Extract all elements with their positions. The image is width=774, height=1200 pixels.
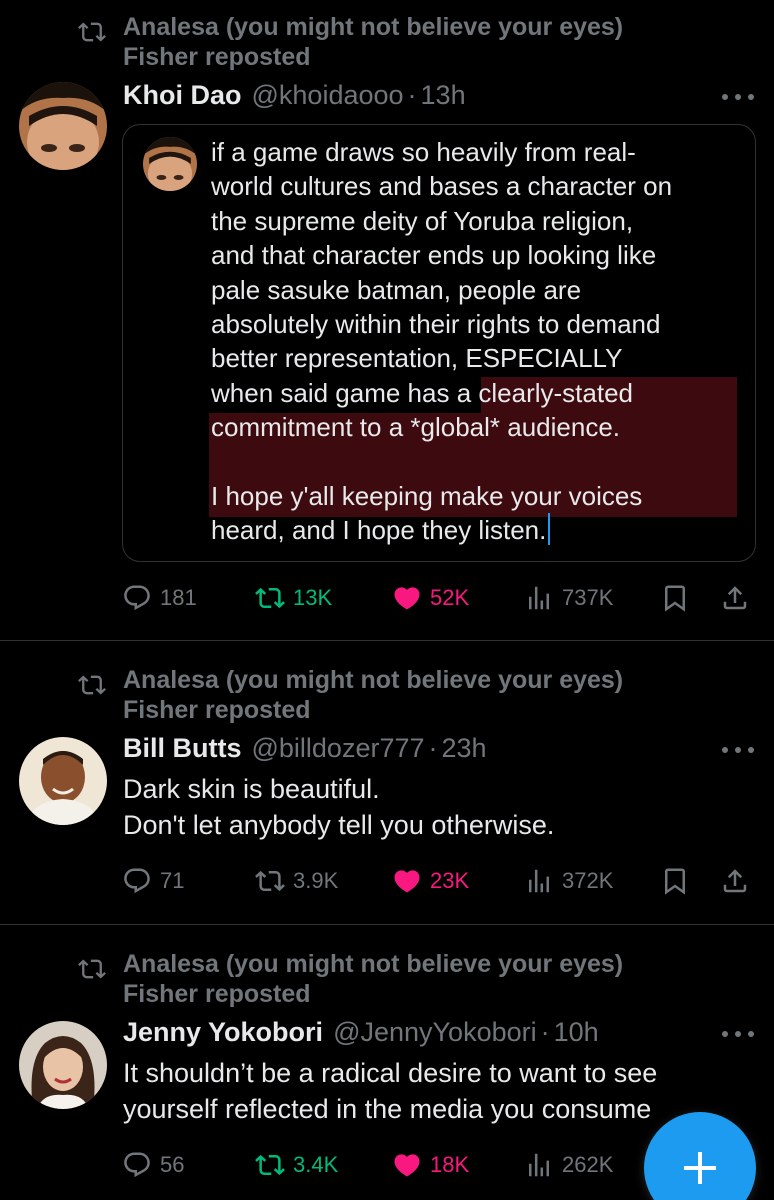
plus-icon [684,1152,716,1184]
avatar[interactable] [19,737,107,825]
more-icon[interactable] [722,92,754,102]
avatar[interactable] [19,82,107,170]
like-count: 23K [430,868,470,893]
separator-dot: · [428,733,438,763]
views-button[interactable]: 372K [524,861,613,901]
reposted-label: Fisher reposted [123,43,311,71]
repost-count: 13K [293,585,333,610]
bookmark-button[interactable] [660,578,690,618]
like-button[interactable]: 18K [392,1145,469,1185]
view-count: 372K [562,868,614,893]
views-icon [524,1150,554,1180]
handle[interactable]: @JennyYokobori [333,1017,537,1048]
repost-header: Analesa (you might not believe your eyes… [78,665,623,725]
display-name[interactable]: Bill Butts [123,733,242,764]
post-text-line: Dark skin is beautiful. [123,774,380,804]
reply-icon [122,1150,152,1180]
view-count: 737K [562,585,614,610]
timestamp[interactable]: 13h [421,80,466,111]
quoted-text: if a game draws so heavily from real- wo… [211,135,751,548]
bookmark-icon [660,583,690,613]
views-button[interactable]: 737K [524,578,613,618]
heart-icon [392,866,422,896]
post-text-line: It shouldn’t be a radical desire to want… [123,1058,658,1088]
post-text: Dark skin is beautiful. Don't let anybod… [123,771,753,843]
reply-count: 71 [160,868,185,893]
bookmark-button[interactable] [660,861,690,901]
views-icon [524,583,554,613]
repost-button[interactable]: 3.4K [255,1145,338,1185]
quoted-text-content: if a game draws so heavily from real- wo… [211,137,673,546]
reply-button[interactable]: 181 [122,578,197,618]
repost-icon [255,1150,285,1180]
post-header: Khoi Dao @khoidaooo · 13h [123,80,466,114]
like-button[interactable]: 52K [392,578,469,618]
share-icon [720,583,750,613]
views-button[interactable]: 262K [524,1145,613,1185]
post-khoi-dao[interactable]: Analesa (you might not believe your eyes… [0,0,774,640]
timestamp[interactable]: 10h [554,1017,599,1048]
post-bill-butts[interactable]: Analesa (you might not believe your eyes… [0,641,774,924]
more-icon[interactable] [722,1029,754,1039]
share-button[interactable] [720,861,750,901]
heart-icon [392,583,422,613]
reply-count: 56 [160,1152,185,1177]
repost-icon [78,671,106,699]
reposter-name[interactable]: Analesa (you might not believe your eyes… [123,665,623,695]
repost-icon [78,18,106,46]
repost-button[interactable]: 3.9K [255,861,338,901]
view-count: 262K [562,1152,614,1177]
post-text-line: yourself reflected in the media you cons… [123,1094,652,1124]
reply-button[interactable]: 56 [122,1145,184,1185]
repost-header: Analesa (you might not believe your eyes… [78,12,623,72]
post-header: Bill Butts @billdozer777 · 23h [123,733,487,767]
repost-button[interactable]: 13K [255,578,332,618]
post-header: Jenny Yokobori @JennyYokobori · 10h [123,1017,599,1051]
views-icon [524,866,554,896]
handle[interactable]: @billdozer777 [252,733,425,764]
avatar[interactable] [19,1021,107,1109]
bookmark-icon [660,866,690,896]
like-count: 52K [430,585,470,610]
reply-icon [122,583,152,613]
reposter-name[interactable]: Analesa (you might not believe your eyes… [123,949,623,979]
repost-header: Analesa (you might not believe your eyes… [78,949,623,1009]
repost-icon [255,866,285,896]
post-text-line: Don't let anybody tell you otherwise. [123,810,555,840]
handle[interactable]: @khoidaooo [252,80,404,111]
heart-icon [392,1150,422,1180]
repost-icon [255,583,285,613]
display-name[interactable]: Jenny Yokobori [123,1017,323,1048]
repost-icon [78,955,106,983]
quote-avatar [143,137,197,191]
repost-count: 3.9K [293,868,339,893]
share-icon [720,866,750,896]
reposted-label: Fisher reposted [123,980,311,1008]
like-button[interactable]: 23K [392,861,469,901]
like-count: 18K [430,1152,470,1177]
reposted-label: Fisher reposted [123,696,311,724]
separator-dot: · [540,1017,550,1047]
repost-count: 3.4K [293,1152,339,1177]
reposter-name[interactable]: Analesa (you might not believe your eyes… [123,12,623,42]
display-name[interactable]: Khoi Dao [123,80,242,111]
action-bar: 71 3.9K 23K 372K [0,861,774,901]
timestamp[interactable]: 23h [442,733,487,764]
more-icon[interactable] [722,745,754,755]
reply-button[interactable]: 71 [122,861,184,901]
reply-icon [122,866,152,896]
action-bar: 181 13K 52K 737K [0,578,774,618]
separator-dot: · [407,80,417,110]
share-button[interactable] [720,578,750,618]
text-cursor [548,513,551,546]
quoted-note[interactable]: if a game draws so heavily from real- wo… [122,124,756,562]
reply-count: 181 [160,585,197,610]
post-text: It shouldn’t be a radical desire to want… [123,1055,753,1127]
